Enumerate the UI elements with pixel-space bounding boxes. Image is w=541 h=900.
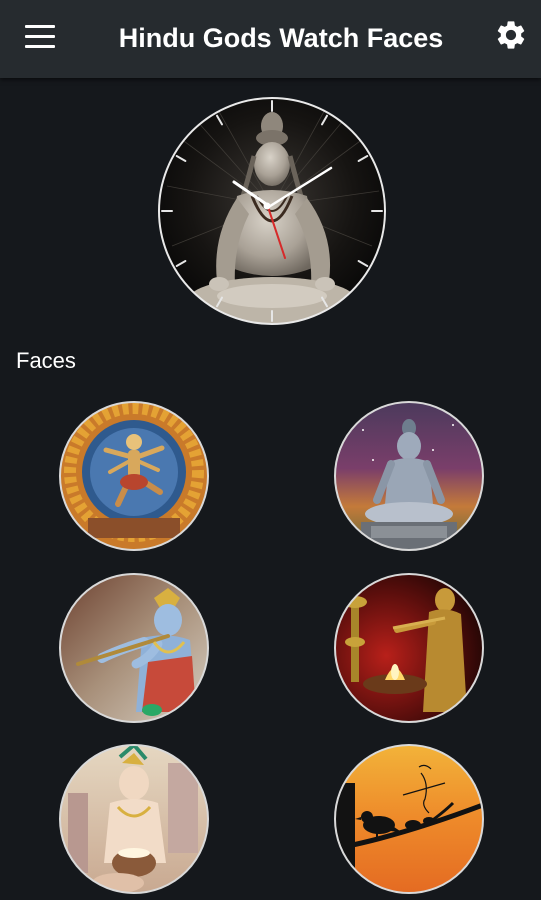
menu-button[interactable] — [22, 22, 58, 52]
watch-face-preview[interactable] — [157, 96, 387, 326]
settings-button[interactable] — [494, 18, 528, 52]
watch-face-preview-graphic — [158, 97, 386, 325]
bird-sunset-image — [334, 744, 484, 894]
app-screen: Hindu Gods Watch Faces Faces — [0, 0, 541, 900]
menu-icon-line-2 — [25, 35, 55, 38]
face-thumb-krishna-flute[interactable] — [58, 572, 210, 724]
face-thumb-nataraja[interactable] — [58, 400, 210, 552]
gear-icon — [497, 21, 525, 49]
faces-section-title: Faces — [16, 348, 76, 373]
face-thumb-bird-sunset[interactable] — [333, 743, 485, 895]
krishna-flute-image — [59, 573, 209, 723]
menu-icon-line-3 — [25, 45, 55, 48]
face-thumb-bal-krishna[interactable] — [58, 743, 210, 895]
app-bar: Hindu Gods Watch Faces — [0, 0, 541, 78]
golden-krishna-image — [334, 573, 484, 723]
nataraja-image — [59, 401, 209, 551]
face-thumb-golden-krishna[interactable] — [333, 572, 485, 724]
menu-icon-line-1 — [25, 25, 55, 28]
shiva-galaxy-image — [334, 401, 484, 551]
bal-krishna-image — [59, 744, 209, 894]
app-title: Hindu Gods Watch Faces — [118, 23, 444, 53]
face-thumb-shiva-galaxy[interactable] — [333, 400, 485, 552]
